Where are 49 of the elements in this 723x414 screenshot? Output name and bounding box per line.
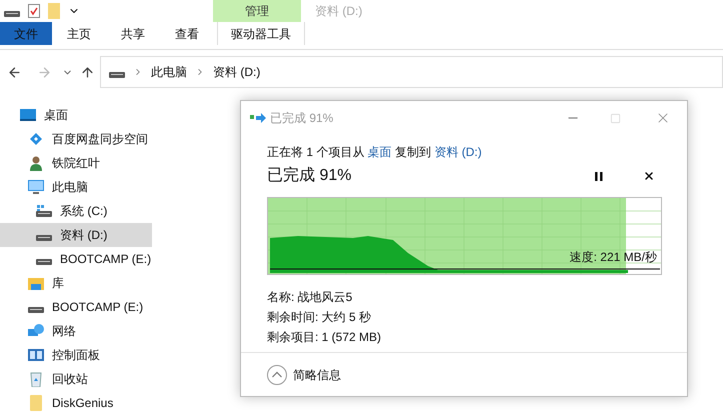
address-bar[interactable]: 此电脑 资料 (D:) [100,56,723,88]
context-tab-group: 管理 [213,0,301,22]
nav-item[interactable]: 铁院红叶 [0,151,152,175]
transfer-speed: 速度: 221 MB/秒 [570,249,657,266]
breadcrumb-item[interactable]: 此电脑 [151,63,187,81]
fewer-details-button[interactable]: 简略信息 [267,364,341,384]
nav-item[interactable]: DiskGenius [0,391,152,414]
recycle-bin-icon [28,371,44,387]
control-panel-icon [28,347,44,363]
nav-item[interactable]: 桌面 [0,103,152,127]
nav-item[interactable]: BOOTCAMP (E:) [0,295,152,319]
detail-line: 名称: 战地风云5 [267,289,354,306]
nav-item[interactable]: 百度网盘同步空间 [0,127,152,151]
copy-icon [250,112,266,124]
network-icon [28,323,44,339]
desktop-icon [20,107,36,123]
drive-icon [36,205,52,217]
user-icon [28,155,44,171]
ribbon-tab[interactable]: 驱动器工具 [217,22,305,45]
checklist-icon[interactable] [28,4,40,18]
library-icon [28,275,44,291]
chevron-up-icon [267,364,287,384]
up-icon[interactable] [80,64,95,80]
nav-item[interactable]: 控制面板 [0,343,152,367]
nav-item[interactable]: 此电脑 [0,175,152,199]
back-icon[interactable] [7,64,22,80]
nav-item[interactable]: 网络 [0,319,152,343]
source-link[interactable]: 桌面 [368,145,392,159]
nav-item[interactable]: 系统 (C:) [0,199,152,223]
pause-icon[interactable] [595,172,603,180]
ribbon-tab[interactable]: 查看 [160,22,214,45]
nav-item[interactable]: 资料 (D:) [0,223,152,247]
progress-status: 已完成 91% [267,166,352,186]
nav-item[interactable]: 回收站 [0,367,152,391]
folder-icon [28,395,44,411]
breadcrumb-item[interactable]: 资料 (D:) [213,63,260,81]
diamond-icon [28,131,44,147]
window-title: 资料 (D:) [315,3,362,20]
computer-icon [28,179,44,195]
detail-line: 剩余时间: 大约 5 秒 [267,309,372,326]
ribbon-tab[interactable]: 主页 [52,22,106,45]
nav-item[interactable]: 库 [0,271,152,295]
ribbon-tab[interactable]: 共享 [106,22,160,45]
nav-item[interactable]: BOOTCAMP (E:) [0,247,152,271]
detail-line: 剩余项目: 1 (572 MB) [267,329,382,346]
cancel-icon[interactable] [643,170,655,182]
copy-description: 正在将 1 个项目从 桌面 复制到 资料 (D:) [267,144,483,161]
destination-link[interactable]: 资料 (D:) [434,145,482,159]
dialog-title: 已完成 91% [270,110,334,127]
